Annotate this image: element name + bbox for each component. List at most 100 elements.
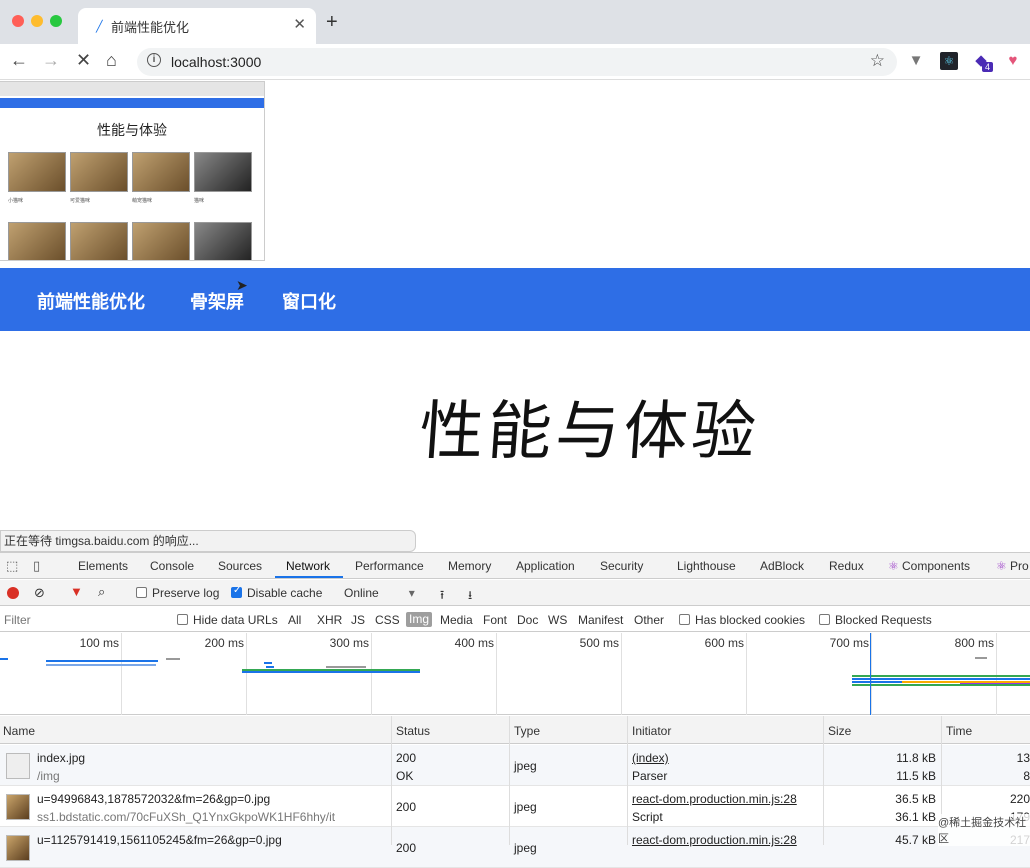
minimize-window-button[interactable] (31, 15, 43, 27)
cat-image (70, 222, 128, 260)
home-button[interactable]: ⌂ (106, 50, 117, 71)
filter-xhr[interactable]: XHR (317, 613, 342, 627)
column-type[interactable]: Type (514, 724, 540, 738)
checkbox-box (679, 614, 690, 625)
filter-img[interactable]: Img (406, 612, 433, 627)
blocked-requests-checkbox[interactable]: Blocked Requests (819, 613, 932, 627)
cat-image (132, 222, 190, 260)
filter-media[interactable]: Media (440, 613, 473, 627)
cat-image (70, 152, 128, 192)
record-button[interactable] (7, 587, 19, 599)
filter-font[interactable]: Font (483, 613, 507, 627)
url-text[interactable]: localhost:3000 (171, 54, 261, 70)
column-separator[interactable] (509, 716, 510, 845)
back-button[interactable]: ← (10, 50, 28, 71)
timeline-bar (266, 666, 274, 668)
timeline-tick: 500 ms (579, 636, 619, 650)
tab-redux[interactable]: Redux (829, 559, 864, 573)
filter-all[interactable]: All (288, 613, 301, 627)
devtools-panel: ⬚ ▯ Elements Console Sources Network Per… (0, 552, 1030, 868)
tab-components[interactable]: Components (902, 559, 970, 573)
column-status[interactable]: Status (396, 724, 430, 738)
request-initiator-type: Parser (632, 769, 668, 783)
browser-tab-bar: ╱ 前端性能优化 ✕ + (0, 0, 1030, 44)
tab-console[interactable]: Console (150, 559, 194, 573)
disable-cache-checkbox[interactable]: Disable cache (231, 585, 322, 600)
timeline-bar (166, 658, 180, 660)
extension-badge: 4 (982, 62, 994, 72)
close-window-button[interactable] (12, 15, 24, 27)
request-initiator[interactable]: (index) (632, 751, 669, 765)
browser-tab[interactable]: ╱ 前端性能优化 ✕ (78, 8, 316, 44)
request-status-text: OK (396, 769, 414, 783)
tab-profiler[interactable]: Pro (1010, 559, 1029, 573)
table-row[interactable]: u=1125791419,1561105245&fm=26&gp=0.jpg 2… (0, 827, 1030, 868)
nav-item-performance[interactable]: 前端性能优化 (37, 288, 145, 314)
tab-sources[interactable]: Sources (218, 559, 262, 573)
tab-lighthouse[interactable]: Lighthouse (677, 559, 736, 573)
new-tab-button[interactable]: + (326, 11, 338, 34)
column-separator[interactable] (391, 716, 392, 845)
network-request-table: Name Status Type Initiator Size Time ind… (0, 716, 1030, 868)
tab-security[interactable]: Security (600, 559, 643, 573)
network-overview-timeline[interactable]: 100 ms 200 ms 300 ms 400 ms 500 ms 600 m… (0, 633, 1030, 715)
table-row[interactable]: u=94996843,1878572032&fm=26&gp=0.jpg ss1… (0, 786, 1030, 827)
filter-js[interactable]: JS (351, 613, 365, 627)
export-har-icon[interactable]: ⭳ (468, 586, 472, 607)
react-devtools-icon[interactable]: ⚛ (940, 52, 958, 70)
vue-devtools-icon[interactable]: ▼ (907, 52, 925, 70)
import-har-icon[interactable]: ⭱ (440, 586, 444, 607)
preserve-log-label: Preserve log (152, 586, 220, 600)
request-time: 220 (1009, 792, 1030, 806)
mouse-cursor-icon: ➤ (236, 277, 248, 293)
request-latency: 8 (1023, 769, 1030, 783)
throttle-select[interactable]: Online ▾ (344, 586, 415, 600)
info-icon[interactable]: i (147, 53, 161, 67)
bookmark-star-icon[interactable]: ☆ (870, 51, 885, 71)
hide-data-urls-checkbox[interactable]: Hide data URLs (177, 613, 278, 627)
filter-input[interactable] (4, 612, 162, 628)
filter-other[interactable]: Other (634, 613, 664, 627)
filter-funnel-icon[interactable]: ▼ (70, 584, 83, 599)
column-time[interactable]: Time (946, 724, 972, 738)
tab-performance[interactable]: Performance (355, 559, 424, 573)
request-initiator[interactable]: react-dom.production.min.js:28 (632, 792, 797, 806)
tab-memory[interactable]: Memory (448, 559, 491, 573)
filter-doc[interactable]: Doc (517, 613, 538, 627)
timeline-bar (46, 664, 156, 666)
tab-adblock[interactable]: AdBlock (760, 559, 804, 573)
thumbnail-title: 性能与体验 (97, 123, 167, 139)
column-separator[interactable] (627, 716, 628, 845)
forward-button[interactable]: → (42, 50, 60, 71)
column-size[interactable]: Size (828, 724, 851, 738)
filter-manifest[interactable]: Manifest (578, 613, 623, 627)
heart-extension-icon[interactable]: ♥ (1004, 52, 1022, 70)
request-initiator[interactable]: react-dom.production.min.js:28 (632, 833, 797, 847)
clear-icon[interactable]: ⊘ (34, 585, 45, 601)
request-resource-size: 11.5 kB (896, 769, 936, 783)
tab-close-icon[interactable]: ✕ (293, 15, 306, 33)
search-icon[interactable]: ⌕ (98, 584, 105, 600)
column-initiator[interactable]: Initiator (632, 724, 671, 738)
column-separator[interactable] (823, 716, 824, 845)
inspect-element-icon[interactable]: ⬚ (6, 558, 18, 574)
nav-item-windowing[interactable]: 窗口化 (282, 288, 336, 314)
image-thumbnail-icon (6, 794, 30, 820)
filter-css[interactable]: CSS (375, 613, 400, 627)
tab-elements[interactable]: Elements (78, 559, 128, 573)
thumbnail-nav (0, 98, 264, 108)
blocked-cookies-checkbox[interactable]: Has blocked cookies (679, 613, 805, 627)
preserve-log-checkbox[interactable]: Preserve log (136, 586, 219, 600)
device-toolbar-icon[interactable]: ▯ (33, 558, 40, 574)
request-name: u=1125791419,1561105245&fm=26&gp=0.jpg (37, 833, 282, 847)
filter-ws[interactable]: WS (548, 613, 567, 627)
active-tab-indicator (275, 576, 343, 578)
tab-application[interactable]: Application (516, 559, 575, 573)
table-row[interactable]: index.jpg /img 200 OK jpeg (index) Parse… (0, 745, 1030, 786)
tab-network[interactable]: Network (286, 559, 330, 573)
maximize-window-button[interactable] (50, 15, 62, 27)
omnibox[interactable]: i localhost:3000 ☆ (137, 48, 897, 76)
stop-button[interactable]: ✕ (76, 50, 91, 71)
react-components-icon: ⚛ (888, 559, 899, 573)
column-name[interactable]: Name (3, 724, 35, 738)
